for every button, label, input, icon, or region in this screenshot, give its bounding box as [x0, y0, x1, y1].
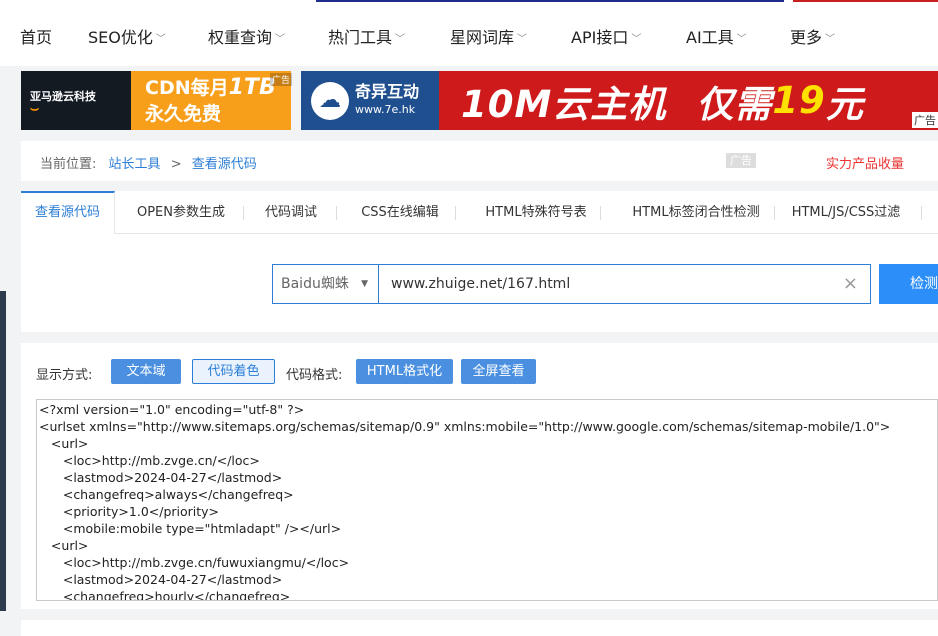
tab-open-params[interactable]: OPEN参数生成 — [131, 191, 231, 234]
tool-panel: 查看源代码 OPEN参数生成 代码调试 CSS在线编辑 HTML特殊符号表 HT… — [21, 191, 938, 332]
top-navigation-bar: 首页 SEO优化 ﹀ 权重查询 ﹀ 热门工具 ﹀ 星网词库 ﹀ API接口 ﹀ AI工具 ﹀… — [0, 0, 938, 66]
top-accent-line-red — [793, 0, 938, 2]
ad-brand: 奇异互动 — [355, 81, 420, 101]
nav-item-hot-tools[interactable]: 热门工具 ﹀ — [328, 24, 405, 48]
spider-select-value: Baidu蜘蛛 — [281, 276, 349, 292]
ad-slogan-part: 仅需 — [696, 82, 773, 126]
ad-text: CDN每月 — [145, 76, 229, 99]
tab-divider — [921, 206, 922, 220]
nav-label: 热门工具 — [328, 28, 393, 47]
clear-icon[interactable]: × — [843, 265, 858, 303]
tool-tabs: 查看源代码 OPEN参数生成 代码调试 CSS在线编辑 HTML特殊符号表 HT… — [21, 191, 938, 234]
nav-label: 首页 — [20, 28, 53, 47]
chevron-down-icon: ﹀ — [155, 33, 166, 45]
nav-label: API接口 — [571, 28, 629, 47]
ad-brand: 亚马逊云科技 — [30, 89, 96, 103]
breadcrumb-separator: > — [170, 157, 182, 172]
tab-view-source[interactable]: 查看源代码 — [21, 191, 115, 234]
breadcrumb-link-view-source[interactable]: 查看源代码 — [192, 157, 257, 172]
spider-select[interactable]: Baidu蜘蛛 ▼ — [272, 264, 378, 304]
amazon-logo: 亚马逊云科技 ⌣ — [21, 71, 131, 130]
nav-item-weight[interactable]: 权重查询 ﹀ — [208, 24, 285, 48]
ad-domain: www.7e.hk — [355, 102, 416, 116]
host-logo: ☁ 奇异互动 www.7e.hk — [301, 71, 439, 130]
breadcrumb-link-tools[interactable]: 站长工具 — [109, 157, 161, 172]
main-nav: 首页 SEO优化 ﹀ 权重查询 ﹀ 热门工具 ﹀ 星网词库 ﹀ API接口 ﹀ AI工具 ﹀… — [0, 20, 938, 52]
ad-copy: CDN每月1TB 永久免费 — [131, 71, 291, 130]
nav-label: 星网词库 — [450, 28, 515, 47]
tab-divider — [336, 206, 337, 220]
chevron-down-icon: ﹀ — [275, 33, 286, 45]
display-mode-label: 显示方式: — [36, 368, 93, 383]
ad-badge: 广告 — [726, 153, 756, 168]
top-accent-line — [316, 0, 784, 2]
cloud-logo-icon: ☁ — [311, 81, 349, 120]
ad-banner-amazon[interactable]: 亚马逊云科技 ⌣ CDN每月1TB 永久免费 — [21, 71, 291, 130]
tab-html-tag-check[interactable]: HTML标签闭合性检测 — [615, 191, 777, 234]
ad-highlight: 1TB — [228, 74, 276, 100]
source-code-textarea[interactable]: <?xml version="1.0" encoding="utf-8" ?> … — [36, 399, 938, 601]
nav-item-home[interactable]: 首页 — [20, 24, 52, 48]
breadcrumb: 当前位置: 站长工具 > 查看源代码 广告 实力产品收量 — [21, 141, 938, 181]
check-button[interactable]: 检测 — [879, 264, 938, 304]
syntax-color-button[interactable]: 代码着色 — [192, 359, 275, 384]
chevron-down-icon: ﹀ — [825, 33, 836, 45]
chevron-down-icon: ﹀ — [517, 33, 528, 45]
tab-divider — [243, 206, 244, 220]
tab-html-entities[interactable]: HTML特殊符号表 — [469, 191, 603, 234]
tab-html-js-css-filter[interactable]: HTML/JS/CSS过滤 — [787, 191, 905, 234]
textarea-mode-button[interactable]: 文本域 — [111, 359, 181, 384]
nav-item-api[interactable]: API接口 ﹀ — [571, 24, 641, 48]
nav-label: 更多 — [790, 28, 823, 47]
chevron-down-icon: ﹀ — [736, 33, 747, 45]
url-input-value: www.zhuige.net/167.html — [391, 276, 571, 292]
side-float-edge[interactable] — [0, 291, 6, 611]
ad-slogan: 10M云主机 仅需 19 元 — [439, 71, 938, 130]
ad-line-2: 永久免费 — [145, 102, 222, 125]
html-format-button[interactable]: HTML格式化 — [356, 359, 453, 384]
nav-label: SEO优化 — [88, 28, 153, 47]
fullscreen-button[interactable]: 全屏查看 — [461, 359, 536, 384]
tab-divider — [455, 206, 456, 220]
tab-code-debug[interactable]: 代码调试 — [259, 191, 323, 234]
nav-item-keywords[interactable]: 星网词库 ﹀ — [450, 24, 527, 48]
host-brand: 奇异互动 www.7e.hk — [355, 81, 420, 119]
promo-link[interactable]: 实力产品收量 — [826, 153, 904, 172]
code-format-label: 代码格式: — [286, 368, 343, 383]
ad-badge: 广告 — [912, 112, 938, 128]
breadcrumb-path: 当前位置: 站长工具 > 查看源代码 — [40, 153, 257, 172]
ad-badge: 广告 — [270, 73, 293, 86]
nav-item-seo[interactable]: SEO优化 ﹀ — [88, 24, 166, 48]
ad-banner-7e[interactable]: ☁ 奇异互动 www.7e.hk 10M云主机 仅需 19 元 广告 — [301, 71, 938, 130]
nav-label: AI工具 — [686, 28, 734, 47]
url-input[interactable]: www.zhuige.net/167.html × — [378, 264, 871, 304]
ad-slogan-part: 10M云主机 — [461, 82, 667, 126]
nav-item-more[interactable]: 更多 ﹀ — [790, 24, 835, 48]
tab-divider — [774, 206, 775, 220]
breadcrumb-prefix: 当前位置: — [40, 157, 97, 172]
tab-css-editor[interactable]: CSS在线编辑 — [351, 191, 449, 234]
footer-strip — [21, 620, 938, 636]
chevron-down-icon: ﹀ — [395, 33, 406, 45]
caret-down-icon: ▼ — [361, 279, 368, 289]
nav-item-ai-tools[interactable]: AI工具 ﹀ — [686, 24, 747, 48]
tab-divider — [600, 206, 601, 220]
chevron-down-icon: ﹀ — [631, 33, 642, 45]
result-panel: 显示方式: 文本域 代码着色 代码格式: HTML格式化 全屏查看 <?xml … — [21, 343, 938, 609]
nav-label: 权重查询 — [208, 28, 273, 47]
search-row: Baidu蜘蛛 ▼ www.zhuige.net/167.html × 检测 — [272, 264, 938, 304]
ad-price: 19 — [772, 79, 826, 122]
smile-arrow-icon: ⌣ — [30, 100, 40, 117]
ad-slogan-part: 元 — [825, 82, 864, 126]
